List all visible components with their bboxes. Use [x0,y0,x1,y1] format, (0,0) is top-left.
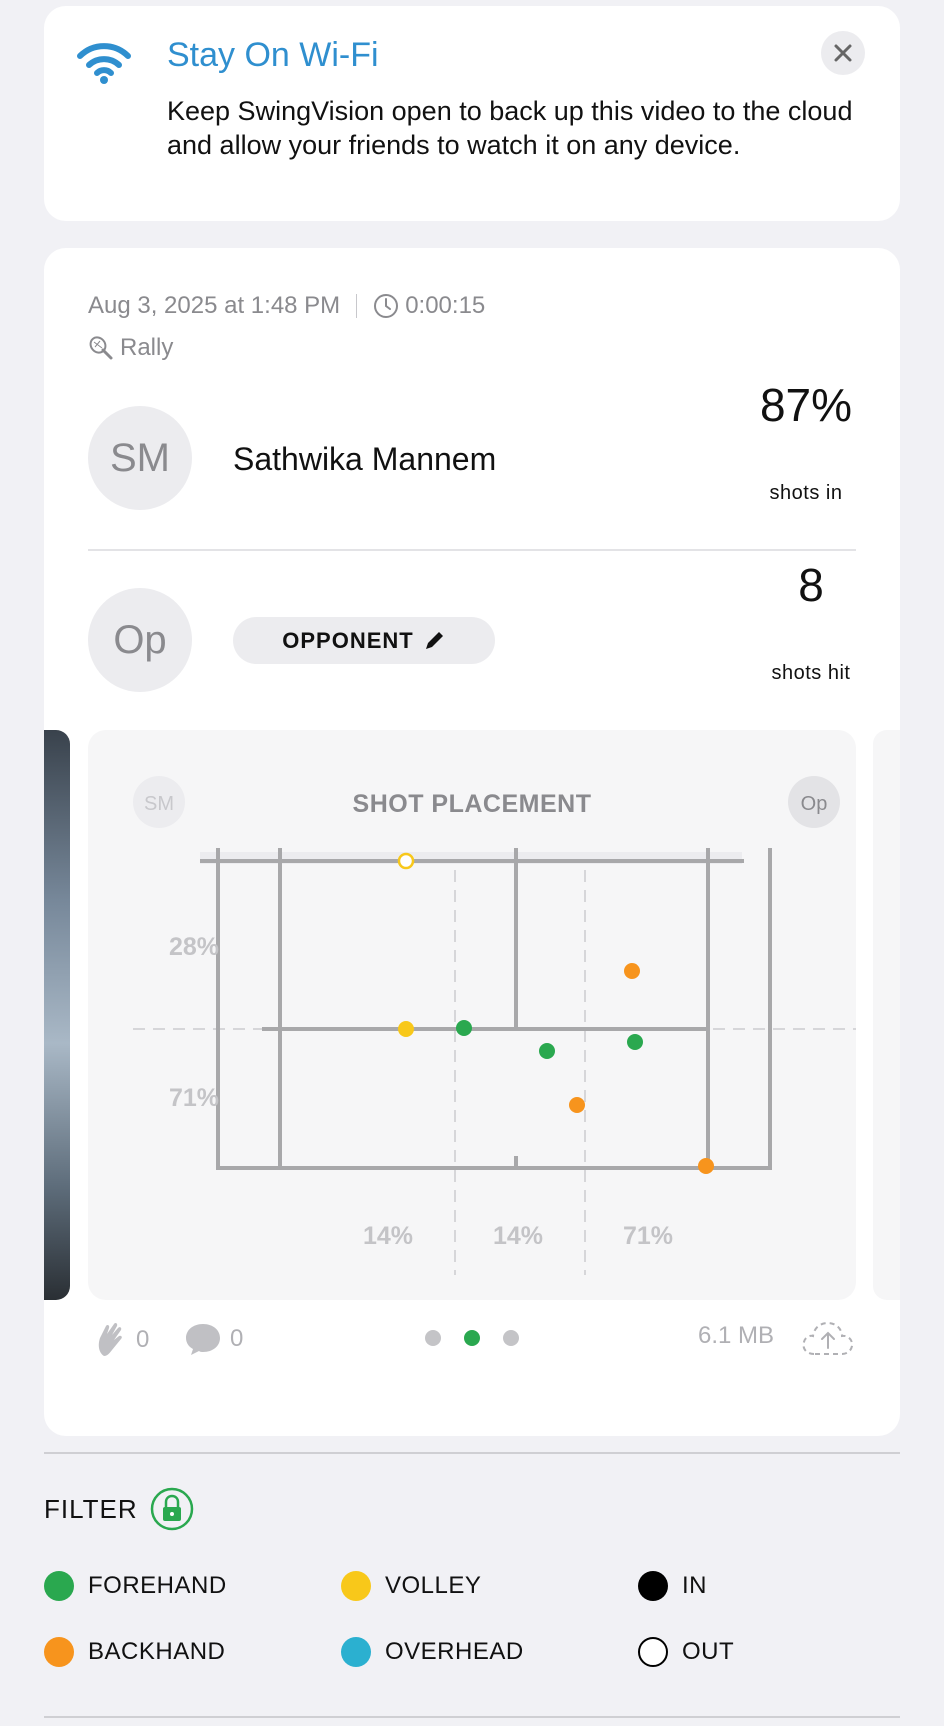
clock-icon [374,294,399,318]
filter-out[interactable]: OUT [638,1637,734,1667]
filter-volley[interactable]: VOLLEY [341,1571,481,1601]
opponent-avatar[interactable]: Op [88,588,192,692]
filter-label: VOLLEY [385,1572,482,1599]
banner-text: Keep SwingVision open to back up this vi… [167,96,853,160]
shot-placement-title: SHOT PLACEMENT [353,790,592,818]
filter-backhand[interactable]: BACKHAND [44,1637,225,1667]
player-avatar[interactable]: SM [88,406,192,510]
filter-divider-bottom [44,1716,900,1718]
filter-in[interactable]: IN [638,1571,707,1601]
cloud-upload-icon[interactable] [800,1318,856,1358]
filter-title: FILTER [44,1494,138,1524]
comments-button[interactable]: 0 [184,1322,243,1356]
comment-icon [186,1324,220,1355]
width-label-left: 14% [363,1222,413,1250]
session-duration: 0:00:15 [405,292,486,319]
shot-dot-volley[interactable] [398,1021,414,1037]
shots-in-value: 87% [759,379,853,431]
width-label-middle: 14% [493,1222,543,1250]
shots-hit-label: shots hit [771,662,851,684]
session-card[interactable]: Aug 3, 2025 at 1:48 PM 0:00:15 Rally SM … [44,248,900,1436]
shot-placement-court: SM Op SHOT PLACEMENT 28% 71% 14% 14% 71% [133,776,856,1275]
opponent-button[interactable]: OPPONENT [233,617,495,664]
shot-dot-backhand[interactable] [569,1097,585,1113]
previous-slide-video-thumbnail[interactable] [44,730,70,1300]
filter-label: OUT [682,1638,735,1665]
shot-placement-panel: SM Op SHOT PLACEMENT 28% 71% 14% 14% 71% [88,730,856,1300]
card-footer: 0 0 6.1 MB [44,1308,900,1368]
shot-dot-backhand[interactable] [698,1158,714,1174]
filter-label: IN [682,1572,707,1599]
filter-label: FOREHAND [88,1572,227,1599]
filter-forehand[interactable]: FOREHAND [44,1571,227,1601]
depth-label-deep: 71% [169,1084,219,1112]
page-dot-1[interactable] [425,1330,441,1346]
meta-divider [356,294,358,318]
player-divider [88,549,856,551]
mode-label: Rally [120,334,174,361]
filter-label: OVERHEAD [385,1638,524,1665]
shot-dot-forehand[interactable] [627,1034,643,1050]
shots-hit-value: 8 [798,559,824,611]
claps-button[interactable]: 0 [94,1322,149,1358]
depth-label-short: 28% [169,933,219,961]
page-dot-3[interactable] [503,1330,519,1346]
shots-in-label: shots in [769,482,843,504]
shot-dot-forehand[interactable] [539,1043,555,1059]
shot-dot-backhand[interactable] [624,963,640,979]
wifi-icon [77,43,131,84]
comments-count: 0 [230,1325,244,1352]
shot-dot-volley-out[interactable] [397,852,415,870]
clap-icon [98,1322,122,1356]
volley-dot [341,1571,371,1601]
shot-dot-forehand[interactable] [456,1020,472,1036]
racket-icon [89,336,113,360]
filter-divider-top [44,1452,900,1454]
op-badge: Op [801,793,828,815]
pencil-icon [425,631,443,649]
file-size: 6.1 MB [698,1322,775,1349]
filter-overhead[interactable]: OVERHEAD [341,1637,524,1667]
banner-title: Stay On Wi-Fi [167,36,379,74]
page-dot-2-active[interactable] [464,1330,480,1346]
close-button[interactable] [821,31,865,75]
claps-count: 0 [136,1326,150,1353]
close-icon [834,44,852,62]
opponent-button-label: OPPONENT [282,627,414,653]
lock-icon[interactable] [150,1487,194,1531]
wifi-banner: Stay On Wi-Fi Keep SwingVision open to b… [44,6,900,221]
session-date: Aug 3, 2025 at 1:48 PM [88,292,341,319]
width-label-right: 71% [623,1222,673,1250]
out-dot [638,1637,668,1667]
filter-label: BACKHAND [88,1638,226,1665]
session-mode: Rally [88,334,173,362]
forehand-dot [44,1571,74,1601]
court-lines [200,848,772,1170]
session-meta: Aug 3, 2025 at 1:48 PM 0:00:15 [88,292,485,320]
sm-badge: SM [144,793,174,815]
in-dot [638,1571,668,1601]
player-name[interactable]: Sathwika Mannem [233,441,496,478]
next-slide-preview[interactable] [873,730,900,1300]
backhand-dot [44,1637,74,1667]
overhead-dot [341,1637,371,1667]
